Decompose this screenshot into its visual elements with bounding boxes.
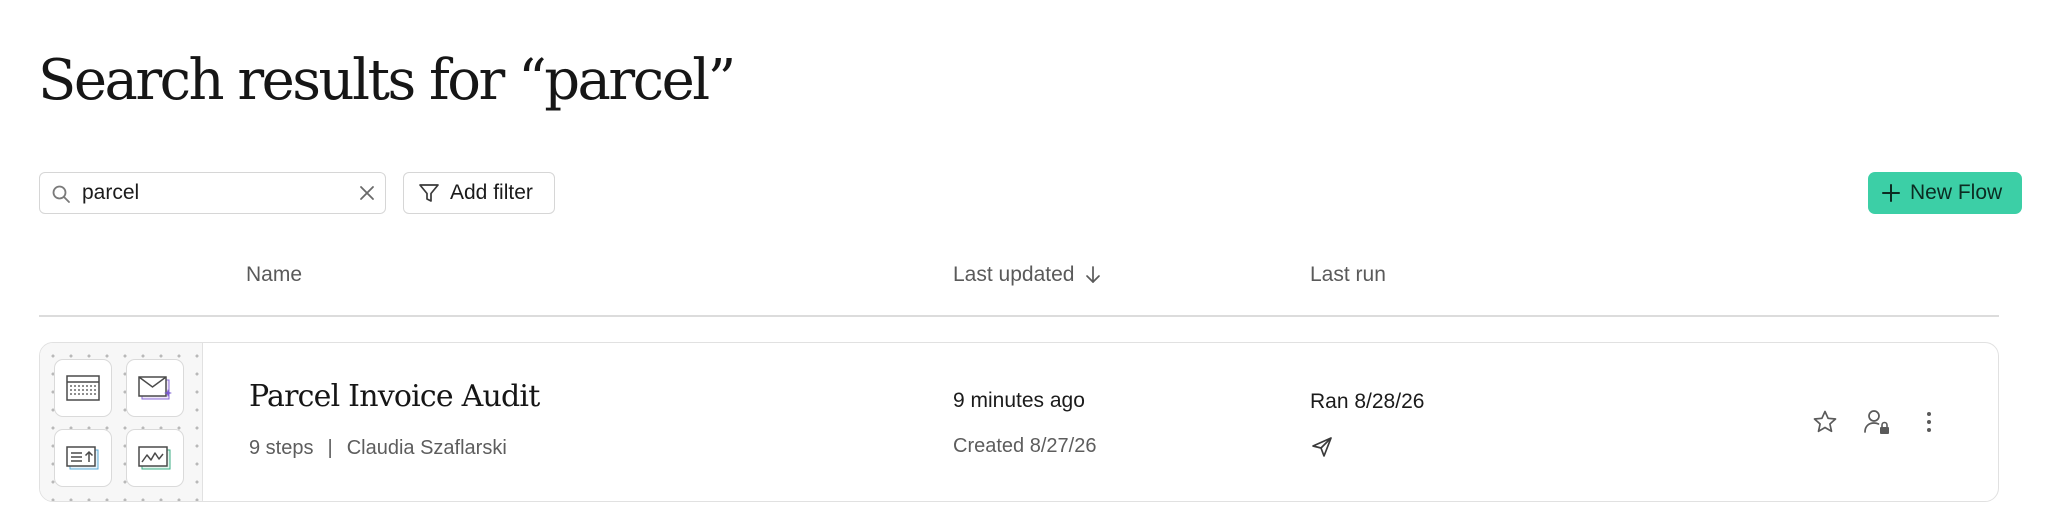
filter-icon <box>419 184 439 202</box>
flow-thumbnail <box>40 343 203 501</box>
last-run-value: Ran 8/28/26 <box>1310 390 1425 413</box>
star-button[interactable] <box>1810 407 1840 437</box>
step-count: 9 steps <box>249 437 314 459</box>
more-vertical-icon <box>1927 412 1931 432</box>
column-header-last-updated[interactable]: Last updated <box>953 263 1102 287</box>
page-title: Search results for “parcel” <box>38 48 736 113</box>
add-filter-label: Add filter <box>450 181 533 204</box>
flow-meta: 9 steps | Claudia Szaflarski <box>249 437 507 460</box>
user-lock-icon <box>1864 410 1889 434</box>
owner-name: Claudia Szaflarski <box>346 437 507 459</box>
search-input[interactable] <box>82 179 342 207</box>
mail-sparkle-icon <box>126 359 184 417</box>
search-icon <box>52 185 70 203</box>
table-row[interactable]: Parcel Invoice Audit 9 steps | Claudia Sza… <box>39 342 1999 502</box>
new-flow-label: New Flow <box>1910 181 2003 204</box>
column-header-last-updated-label: Last updated <box>953 263 1075 286</box>
meta-separator: | <box>327 437 333 459</box>
new-flow-button[interactable]: New Flow <box>1868 172 2022 214</box>
column-header-name[interactable]: Name <box>246 263 302 287</box>
chart-icon <box>126 429 184 487</box>
flow-name[interactable]: Parcel Invoice Audit <box>249 379 540 414</box>
last-updated-value: 9 minutes ago <box>953 389 1085 412</box>
created-date: Created 8/27/26 <box>953 435 1097 457</box>
list-upload-icon <box>54 429 112 487</box>
permissions-button[interactable] <box>1862 407 1892 437</box>
clear-search-icon[interactable] <box>357 183 377 203</box>
header-divider <box>39 315 1999 317</box>
more-options-button[interactable] <box>1914 407 1944 437</box>
arrow-down-icon <box>1086 266 1101 283</box>
table-icon <box>54 359 112 417</box>
column-header-last-run[interactable]: Last run <box>1310 263 1386 287</box>
star-icon <box>1813 410 1837 433</box>
plus-icon <box>1882 184 1900 202</box>
send-icon <box>1312 437 1332 457</box>
add-filter-button[interactable]: Add filter <box>403 172 555 214</box>
search-box <box>39 172 386 214</box>
